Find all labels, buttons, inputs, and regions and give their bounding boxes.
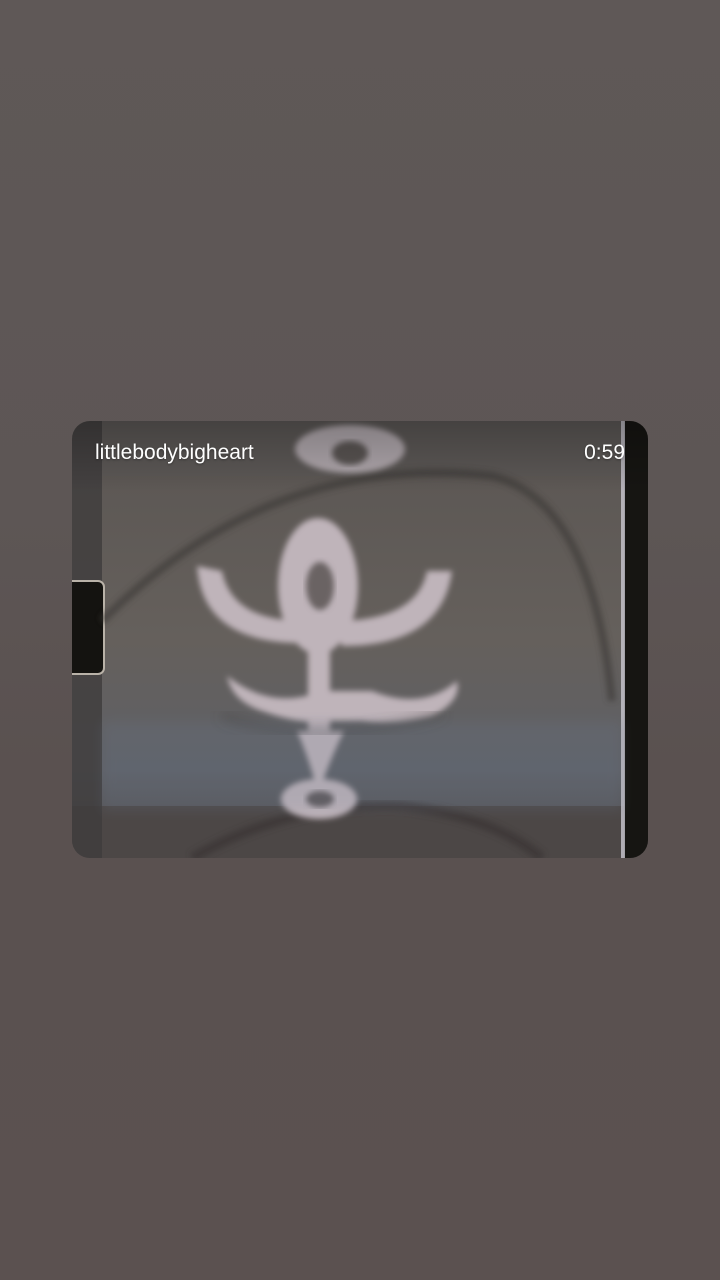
duration-label: 0:59 (584, 441, 625, 464)
username-label[interactable]: littlebodybigheart (95, 440, 254, 466)
video-card[interactable]: littlebodybigheart 0:59 (72, 421, 648, 858)
